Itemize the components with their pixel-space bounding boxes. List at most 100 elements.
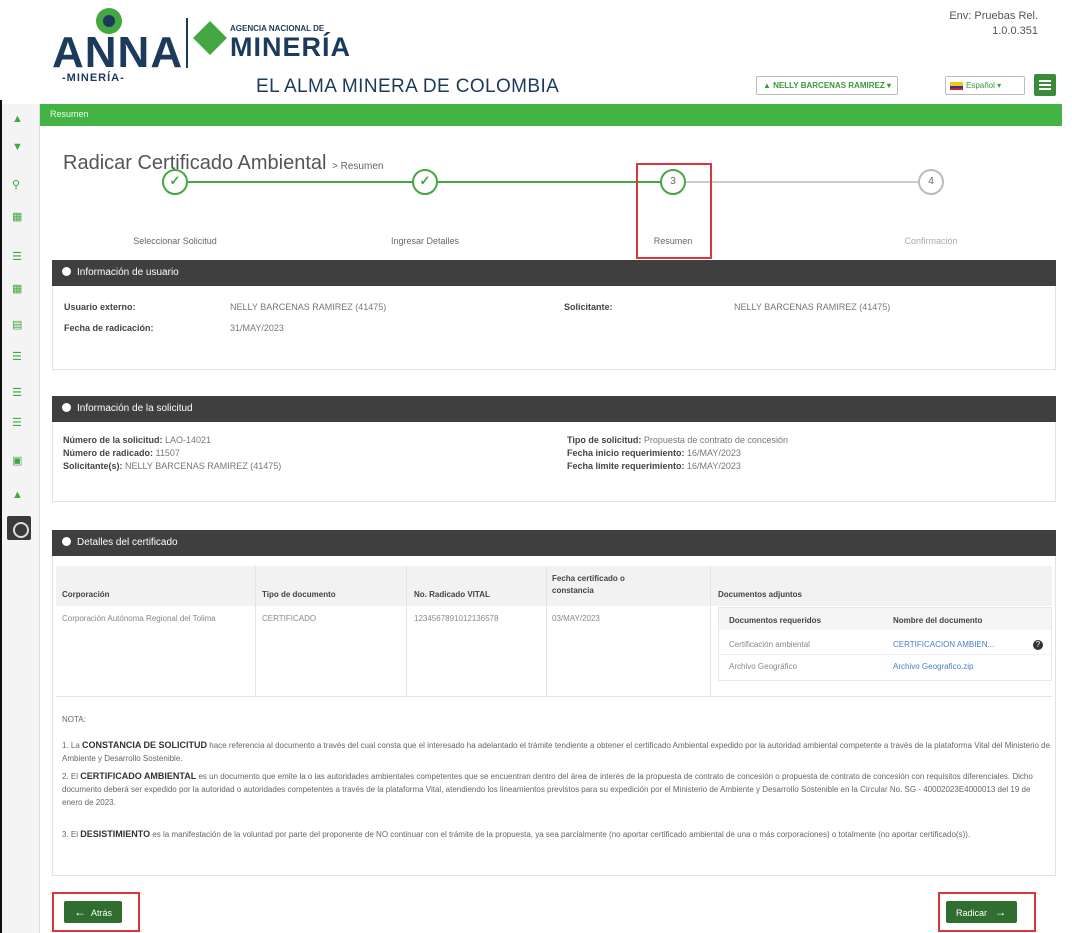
nota-item-3-bold: DESISTIMIENTO xyxy=(80,829,151,839)
fecha-inicio-row: Fecha inicio requerimiento: 16/MAY/2023 xyxy=(567,448,741,458)
nota-item-3: 3. El DESISTIMIENTO es la manifestación … xyxy=(62,828,1052,841)
fecha-limite-label: Fecha límite requerimiento: xyxy=(567,461,685,471)
nota-item-3-text: es la manifestación de la voluntad por p… xyxy=(152,830,971,839)
document-icon[interactable]: ▤ xyxy=(12,320,24,331)
step-4-label: Confirmación xyxy=(904,236,958,246)
user-info-panel-header: Información de usuario xyxy=(52,260,1056,286)
col-corporacion: Corporación xyxy=(62,590,110,599)
left-sidebar: ▲ ▼ ⚲ ▦ ☰ ▦ ▤ ☰ ☰ ☰ ▣ ▲ xyxy=(2,104,40,933)
cert-panel-header: Detalles del certificado xyxy=(52,530,1056,556)
page-subtitle: > Resumen xyxy=(332,161,384,172)
column-divider xyxy=(406,566,407,696)
anm-logo-big-text: MINERÍA xyxy=(230,32,351,62)
numero-radicado-value: 11507 xyxy=(155,448,180,458)
list-icon[interactable]: ☰ xyxy=(12,252,24,263)
language-label: Español xyxy=(966,81,995,90)
page-title: Radicar Certificado Ambiental > Resumen xyxy=(63,152,383,175)
step-1-label: Seleccionar Solicitud xyxy=(133,236,217,246)
fecha-limite-row: Fecha límite requerimiento: 16/MAY/2023 xyxy=(567,461,741,471)
highlight-box xyxy=(938,892,1036,932)
caret-down-icon: ▾ xyxy=(886,81,891,90)
numero-radicado-label: Número de radicado: xyxy=(63,448,154,458)
nota-item-2-text: es un documento que emite la o las autor… xyxy=(62,772,1033,807)
solicitantes-label: Solicitante(s): xyxy=(63,461,123,471)
user-info-panel: Usuario externo: NELLY BARCENAS RAMIREZ … xyxy=(52,286,1056,370)
checkmark-icon: ✓ xyxy=(169,173,181,188)
col-documentos-requeridos: Documentos requeridos xyxy=(729,616,822,625)
info-icon xyxy=(62,537,71,546)
fecha-inicio-value: 16/MAY/2023 xyxy=(687,448,741,458)
step-2-circle: ✓ xyxy=(412,169,438,195)
highlight-box xyxy=(52,892,140,932)
logo-anna-text: ANNA xyxy=(52,28,184,77)
numero-radicado-row: Número de radicado: 11507 xyxy=(63,448,180,458)
solicitante-value: NELLY BARCENAS RAMIREZ (41475) xyxy=(734,302,891,312)
column-divider xyxy=(255,566,256,696)
grid-icon[interactable]: ▦ xyxy=(12,212,24,223)
filter-icon[interactable]: ▼ xyxy=(12,142,24,153)
numero-solicitud-value: LAO-14021 xyxy=(165,435,212,445)
settings-icon[interactable] xyxy=(7,516,31,540)
nota-item-2: 2. El CERTIFICADO AMBIENTAL es un docume… xyxy=(62,770,1052,809)
request-info-title: Información de la solicitud xyxy=(77,403,193,414)
doc-requerido-2: Archivo Geográfico xyxy=(729,662,798,671)
logo-divider xyxy=(186,18,188,68)
fecha-radicacion-value: 31/MAY/2023 xyxy=(230,323,284,333)
monitor-icon[interactable]: ▣ xyxy=(12,456,24,467)
tipo-solicitud-label: Tipo de solicitud: xyxy=(567,435,642,445)
search-icon[interactable]: ⚲ xyxy=(12,180,24,191)
nota-item-1: 1. La CONSTANCIA DE SOLICITUD hace refer… xyxy=(62,739,1052,765)
row-corporacion: Corporación Autónoma Regional del Tolima xyxy=(62,614,216,623)
user-icon[interactable]: ▲ xyxy=(12,490,24,501)
nota-item-2-bold: CERTIFICADO AMBIENTAL xyxy=(80,771,197,781)
step-1-circle: ✓ xyxy=(162,169,188,195)
environment-info: Env: Pruebas Rel. 1.0.0.351 xyxy=(949,9,1038,39)
user-icon xyxy=(62,267,71,276)
col-tipo-documento: Tipo de documento xyxy=(262,590,336,599)
request-info-panel: Número de la solicitud: LAO-14021 Número… xyxy=(52,422,1056,502)
list-icon[interactable]: ☰ xyxy=(12,418,24,429)
doc-link-1[interactable]: CERTIFICACION AMBIEN... xyxy=(893,639,994,650)
checkmark-icon: ✓ xyxy=(419,173,431,188)
doc-link-2[interactable]: Archivo Geografico.zip xyxy=(893,661,973,672)
highlight-box xyxy=(636,163,712,259)
nota-item-1-bold: CONSTANCIA DE SOLICITUD xyxy=(82,740,208,750)
step-4-circle: 4 xyxy=(918,169,944,195)
user-menu-label: NELLY BARCENAS RAMIREZ xyxy=(773,81,885,90)
list-icon[interactable]: ☰ xyxy=(12,352,24,363)
home-icon[interactable]: ▲ xyxy=(12,114,24,125)
cert-panel-title: Detalles del certificado xyxy=(77,537,178,548)
info-icon xyxy=(62,403,71,412)
language-selector[interactable]: Español ▾ xyxy=(945,76,1025,95)
table-icon[interactable]: ▦ xyxy=(12,284,24,295)
hamburger-menu-button[interactable] xyxy=(1034,74,1056,96)
solicitantes-value: NELLY BARCENAS RAMIREZ (41475) xyxy=(125,461,282,471)
breadcrumb[interactable]: Resumen xyxy=(50,109,89,119)
numero-solicitud-label: Número de la solicitud: xyxy=(63,435,163,445)
step-4-number: 4 xyxy=(928,176,934,187)
col-nombre-documento: Nombre del documento xyxy=(893,616,983,625)
list-icon[interactable]: ☰ xyxy=(12,388,24,399)
anm-diamond-icon xyxy=(193,21,227,55)
nota-item-2-prefix: 2. El xyxy=(62,772,79,781)
fecha-inicio-label: Fecha inicio requerimiento: xyxy=(567,448,685,458)
header: ANNA -MINERÍA- AGENCIA NACIONAL DE MINER… xyxy=(0,0,1072,100)
solicitantes-row: Solicitante(s): NELLY BARCENAS RAMIREZ (… xyxy=(63,461,281,471)
user-menu-button[interactable]: ▲ NELLY BARCENAS RAMIREZ ▾ xyxy=(756,76,898,95)
column-divider xyxy=(710,566,711,696)
tagline: EL ALMA MINERA DE COLOMBIA xyxy=(256,76,560,97)
colombia-flag-icon xyxy=(950,81,963,90)
nota-item-1-text: hace referencia al documento a través de… xyxy=(62,741,1051,763)
row-fecha: 03/MAY/2023 xyxy=(552,614,600,623)
help-icon[interactable]: ? xyxy=(1033,640,1043,650)
breadcrumb-bar: Resumen xyxy=(40,104,1062,126)
column-divider xyxy=(546,566,547,696)
attached-documents-table: Documentos requeridos Nombre del documen… xyxy=(718,607,1052,681)
user-icon: ▲ xyxy=(763,81,771,90)
request-info-panel-header: Información de la solicitud xyxy=(52,396,1056,422)
tipo-solicitud-value: Propuesta de contrato de concesión xyxy=(643,435,788,445)
row-tipo: CERTIFICADO xyxy=(262,614,317,623)
nota-title: NOTA: xyxy=(62,715,86,724)
step-connector xyxy=(686,181,922,183)
fecha-limite-value: 16/MAY/2023 xyxy=(687,461,741,471)
